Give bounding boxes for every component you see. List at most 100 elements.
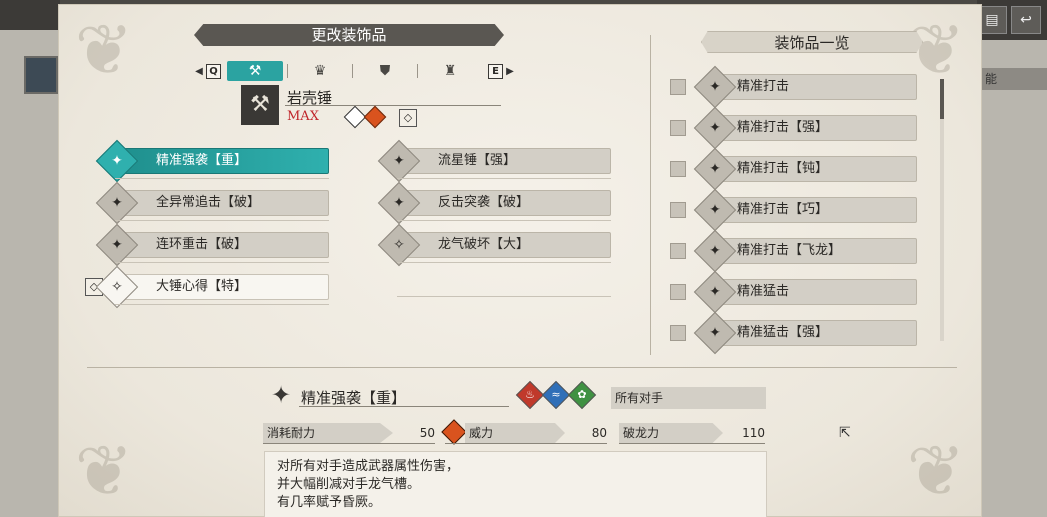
gem-icon: ◇ — [399, 109, 417, 127]
detail-skill-name: 精准强袭【重】 — [301, 389, 407, 407]
key-hint-q: Q — [206, 63, 221, 79]
skill-slot-6[interactable]: ✦ 反击突袭【破】 — [377, 181, 611, 225]
stat-underline — [445, 443, 607, 444]
back-icon-button[interactable]: ↩ — [1011, 6, 1041, 34]
decoration-label: 精准猛击【强】 — [737, 325, 829, 340]
row-divider — [115, 262, 329, 263]
decoration-attack-icon: ✦ — [693, 311, 737, 355]
skill-attack-icon: ✦ — [95, 181, 139, 225]
skill-attack-icon: ✦ — [95, 139, 139, 183]
decoration-label: 精准猛击 — [737, 284, 790, 299]
skill-label: 流星锤【强】 — [438, 153, 517, 168]
description-line: 对所有对手造成武器属性伤害， — [277, 459, 460, 474]
decoration-attack-icon: ✦ — [693, 270, 737, 314]
element-fire-icon: ♨ — [515, 380, 545, 410]
stat-power: 威力 80 — [465, 423, 607, 443]
row-divider — [397, 296, 611, 297]
row-divider — [115, 220, 329, 221]
corner-ornament-icon: ❦ — [74, 430, 134, 512]
fire-slot-icon — [363, 105, 387, 129]
armor-chest-icon: ⛊ — [379, 63, 391, 79]
corner-ornament-icon: ❦ — [74, 9, 134, 91]
row-divider — [115, 178, 329, 179]
skill-slot-7[interactable]: ✧ 龙气破坏【大】 — [377, 223, 611, 267]
decoration-checkbox[interactable] — [670, 79, 686, 95]
scrollbar-thumb[interactable] — [940, 79, 944, 119]
stat-value: 110 — [742, 426, 765, 440]
skill-attack-icon: ✦ — [270, 381, 292, 409]
decoration-checkbox[interactable] — [670, 284, 686, 300]
stat-value: 50 — [419, 426, 435, 440]
decoration-slots — [343, 105, 387, 129]
tab-divider — [287, 64, 288, 78]
skill-label: 龙气破坏【大】 — [438, 237, 530, 252]
tab-head[interactable]: ♛ — [292, 61, 348, 81]
decoration-attack-icon: ✦ — [693, 65, 737, 109]
vertical-divider — [650, 35, 651, 355]
decoration-attack-icon: ✦ — [693, 106, 737, 150]
decoration-label: 精准打击【钝】 — [737, 161, 829, 176]
decoration-label: 精准打击【飞龙】 — [737, 243, 842, 258]
hammer-icon: ⚒ — [248, 63, 262, 79]
element-water-icon: ≈ — [541, 380, 571, 410]
skill-label: 连环重击【破】 — [156, 237, 248, 252]
stat-underline — [263, 443, 435, 444]
stat-dragon-break: 破龙力 110 — [619, 423, 765, 443]
decoration-label: 精准打击【巧】 — [737, 202, 829, 217]
tab-chest[interactable]: ⛊ — [357, 61, 413, 81]
skill-description: 对所有对手造成武器属性伤害， 并大幅削减对手龙气槽。 有几率赋予昏厥。 — [264, 451, 767, 517]
decoration-label: 精准打击 — [737, 79, 790, 94]
row-divider — [115, 304, 329, 305]
skill-slot-5[interactable]: ✦ 流星锤【强】 — [377, 139, 611, 183]
skill-label: 大锤心得【特】 — [156, 279, 248, 294]
decoration-attack-icon: ✦ — [693, 229, 737, 273]
decoration-attack-icon: ✦ — [693, 188, 737, 232]
stat-label: 破龙力 — [619, 423, 723, 443]
decoration-checkbox[interactable] — [670, 243, 686, 259]
tab-weapon[interactable]: ⚒ — [227, 61, 283, 81]
mouse-cursor-icon: ⇱ — [839, 425, 851, 441]
description-line: 并大幅削减对手龙气槽。 — [277, 477, 421, 492]
fire-power-icon — [441, 419, 467, 445]
tab-divider — [417, 64, 418, 78]
change-decoration-panel: ❦ ❦ ❦ ❦ 更改装饰品 装饰品一览 ◀ Q ⚒ ♛ ⛊ ♜ E ▶ ⚒ 岩壳… — [58, 4, 982, 517]
decoration-list-scrollbar[interactable] — [940, 79, 944, 341]
decoration-checkbox[interactable] — [670, 202, 686, 218]
decoration-attack-icon: ✦ — [693, 147, 737, 191]
weapon-name-underline — [285, 105, 501, 106]
horizontal-divider — [87, 367, 957, 368]
chevron-left-icon[interactable]: ◀ — [192, 66, 206, 77]
skill-attack-icon: ✦ — [95, 223, 139, 267]
stat-value: 80 — [591, 426, 607, 440]
corner-ornament-icon: ❦ — [906, 430, 966, 512]
row-divider — [397, 220, 611, 221]
skill-slot-2[interactable]: ✦ 全异常追击【破】 — [95, 181, 329, 225]
description-line: 有几率赋予昏厥。 — [277, 495, 382, 510]
skill-slot-3[interactable]: ✦ 连环重击【破】 — [95, 223, 329, 267]
tab-arms[interactable]: ♜ — [422, 61, 478, 81]
key-hint-e: E — [488, 63, 503, 79]
decoration-checkbox[interactable] — [670, 120, 686, 136]
equipment-tabs: ◀ Q ⚒ ♛ ⛊ ♜ E ▶ — [192, 60, 517, 82]
stat-label: 威力 — [465, 423, 565, 443]
background-left-top — [0, 0, 60, 30]
stat-underline — [619, 443, 765, 444]
skill-fighter-icon: ✧ — [377, 223, 421, 267]
weapon-level: MAX — [287, 109, 319, 124]
decoration-checkbox[interactable] — [670, 325, 686, 341]
decoration-checkbox[interactable] — [670, 161, 686, 177]
armor-head-icon: ♛ — [313, 63, 327, 79]
skill-slot-4[interactable]: ✧ 大锤心得【特】 — [95, 265, 329, 309]
chevron-right-icon[interactable]: ▶ — [503, 66, 517, 77]
decoration-list-title: 装饰品一览 — [701, 31, 923, 53]
skill-attack-icon: ✦ — [377, 139, 421, 183]
target-label: 所有对手 — [611, 387, 766, 409]
armor-arms-icon: ♜ — [443, 63, 457, 79]
skill-label: 精准强袭【重】 — [156, 153, 248, 168]
skill-label: 反击突袭【破】 — [438, 195, 530, 210]
right-side-bar: 能 — [979, 68, 1047, 90]
skill-slot-1[interactable]: ✦ 精准强袭【重】 — [95, 139, 329, 183]
detail-underline — [299, 406, 509, 407]
skill-fighter-icon: ✧ — [95, 265, 139, 309]
row-divider — [397, 178, 611, 179]
